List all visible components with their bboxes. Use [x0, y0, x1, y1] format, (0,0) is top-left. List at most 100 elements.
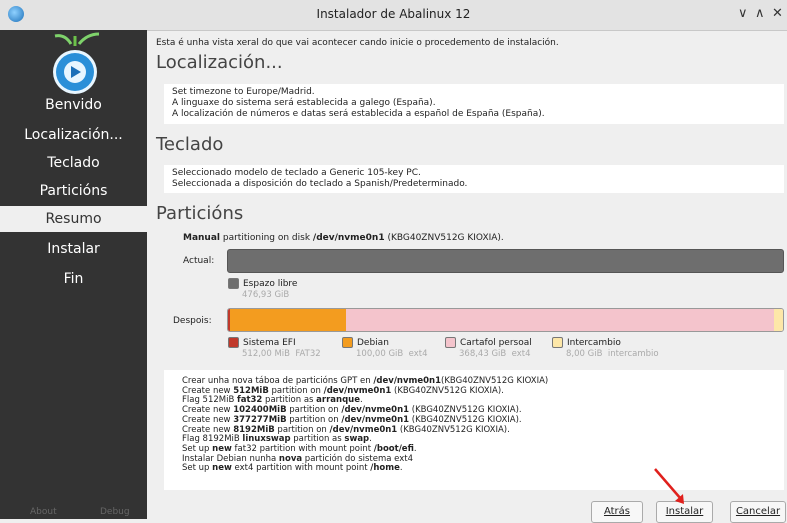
keyboard-line: Seleccionada a disposición do teclado a …	[172, 179, 468, 189]
partition-text: partitioning on disk	[220, 233, 313, 243]
partition-segment	[230, 309, 347, 331]
after-partition-bar	[227, 308, 784, 332]
sidebar-item-instalar[interactable]: Instalar	[0, 236, 147, 262]
operation-text: /home	[370, 463, 400, 474]
legend-details: 512,00 MiB FAT32	[228, 349, 321, 359]
operation-text: /dev/nvme0n1	[373, 376, 442, 386]
back-button[interactable]: Atrás	[591, 501, 643, 523]
partition-disk: /dev/nvme0n1	[312, 233, 385, 243]
operation-text: Set up	[182, 443, 213, 454]
operation-text: fat32 partition with mount point	[231, 443, 374, 454]
legend-item: Intercambio 8,00 GiB intercambio	[552, 337, 659, 359]
operation-text: new	[212, 443, 232, 454]
location-line: A linguaxe do sistema será establecida a…	[172, 98, 436, 108]
summary-intro: Esta é unha vista xeral do que vai acont…	[156, 38, 559, 48]
abalinux-logo	[53, 32, 100, 94]
legend-details: 368,43 GiB ext4	[445, 349, 532, 359]
about-link[interactable]: About	[30, 507, 57, 517]
after-label: Despois:	[173, 316, 212, 326]
operation-text: partición do sistema ext4	[302, 453, 414, 464]
legend-item: Debian 100,00 GiB ext4	[342, 337, 428, 359]
keyboard-title: Teclado	[156, 134, 224, 155]
legend-name: Debian	[357, 338, 389, 348]
operation-text: .	[413, 443, 417, 454]
operation-text: .	[369, 434, 372, 445]
operation-text: (KBG40ZNV512G KIOXIA).	[391, 385, 504, 396]
sidebar-item-particions[interactable]: Particións	[0, 178, 147, 204]
partition-segment	[773, 309, 783, 331]
close-icon[interactable]: ✕	[772, 6, 783, 21]
legend-item: Cartafol persoal 368,43 GiB ext4	[445, 337, 532, 359]
operation-text: partition on	[268, 385, 324, 396]
legend-name: Intercambio	[567, 338, 621, 348]
legend-size: 476,93 GiB	[242, 290, 290, 300]
operation-text: ext4 partition with mount point	[231, 463, 371, 474]
legend-size: 8,00 GiB	[566, 349, 603, 359]
partitions-description: Manual partitioning on disk /dev/nvme0n1…	[183, 233, 504, 243]
operation-text: 512MiB	[233, 385, 269, 396]
operation-text: (KBG40ZNV512G KIOXIA).	[409, 405, 522, 416]
operations-list: Crear unha nova táboa de particións GPT …	[164, 370, 784, 490]
operation-text: Crear unha nova táboa de particións GPT …	[182, 376, 374, 386]
legend-swatch	[552, 337, 563, 348]
legend-swatch	[228, 337, 239, 348]
keyboard-box: Seleccionado modelo de teclado a Generic…	[164, 165, 784, 193]
legend-name: Sistema EFI	[243, 338, 296, 348]
operation-text: (KBG40ZNV512G KIOXIA).	[397, 424, 510, 435]
sidebar-item-localizacion[interactable]: Localización...	[0, 122, 147, 148]
sidebar-item-teclado[interactable]: Teclado	[0, 150, 147, 176]
operation-text: partition on	[274, 424, 330, 435]
legend-free-space: Espazo libre 476,93 GiB	[228, 278, 297, 300]
operation-text: fat32	[237, 395, 263, 406]
operation-text: Instalar Debian nunha	[182, 453, 279, 464]
operation-text: arranque	[316, 395, 360, 406]
title-bar: Instalador de Abalinux 12 ∨ ∧ ✕	[0, 0, 787, 31]
legend-size: 100,00 GiB	[356, 349, 404, 359]
sidebar-item-resumo[interactable]: Resumo	[0, 206, 147, 232]
operation-text: (KBG40ZNV512G KIOXIA)	[441, 376, 549, 386]
minimize-icon[interactable]: ∨	[738, 6, 748, 21]
cancel-button[interactable]: Cancelar	[730, 501, 786, 523]
partition-mode: Manual	[183, 233, 221, 243]
location-title: Localización...	[156, 52, 283, 73]
operation-text: Create new	[182, 424, 234, 435]
operation-text: Create new	[182, 405, 234, 416]
legend-swatch	[342, 337, 353, 348]
operation-text: partition as	[262, 395, 317, 406]
actual-partition-bar	[227, 249, 784, 273]
location-box: Set timezone to Europe/Madrid. A linguax…	[164, 84, 784, 124]
operation-text: .	[359, 395, 363, 406]
red-arrow-annotation	[654, 468, 684, 504]
legend-fs: intercambio	[607, 349, 659, 359]
operation-text: 377277MiB	[233, 414, 287, 425]
partitions-title: Particións	[156, 203, 244, 224]
operation-text: linuxswap	[242, 434, 291, 445]
legend-details: 100,00 GiB ext4	[342, 349, 428, 359]
operation-text: new	[212, 463, 232, 474]
partition-segment	[346, 309, 774, 331]
legend-details: 8,00 GiB intercambio	[552, 349, 659, 359]
debug-link[interactable]: Debug	[100, 507, 130, 517]
operation-text: partition as	[290, 434, 345, 445]
operation-text: /dev/nvme0n1	[323, 385, 392, 396]
legend-swatch	[445, 337, 456, 348]
maximize-icon[interactable]: ∧	[755, 6, 765, 21]
legend-fs: ext4	[511, 349, 531, 359]
operation-text: swap	[344, 434, 370, 445]
legend-size: 368,43 GiB	[459, 349, 507, 359]
legend-item: Sistema EFI 512,00 MiB FAT32	[228, 337, 321, 359]
legend-fs: FAT32	[295, 349, 321, 359]
legend-fs: ext4	[408, 349, 428, 359]
operation-text: partition on	[286, 405, 342, 416]
operation-text: /dev/nvme0n1	[341, 414, 410, 425]
partition-model: (KBG40ZNV512G KIOXIA).	[384, 233, 504, 243]
operation-text: Set up	[182, 463, 213, 474]
operation-text: 8192MiB	[233, 424, 275, 435]
legend-swatch	[228, 278, 239, 289]
sidebar-item-fin[interactable]: Fin	[0, 266, 147, 292]
operation-text: .	[399, 463, 403, 474]
operation-text: 102400MiB	[233, 405, 287, 416]
operation-text: Create new	[182, 385, 234, 396]
window-title: Instalador de Abalinux 12	[316, 7, 471, 21]
sidebar-item-benvido[interactable]: Benvido	[0, 92, 147, 118]
